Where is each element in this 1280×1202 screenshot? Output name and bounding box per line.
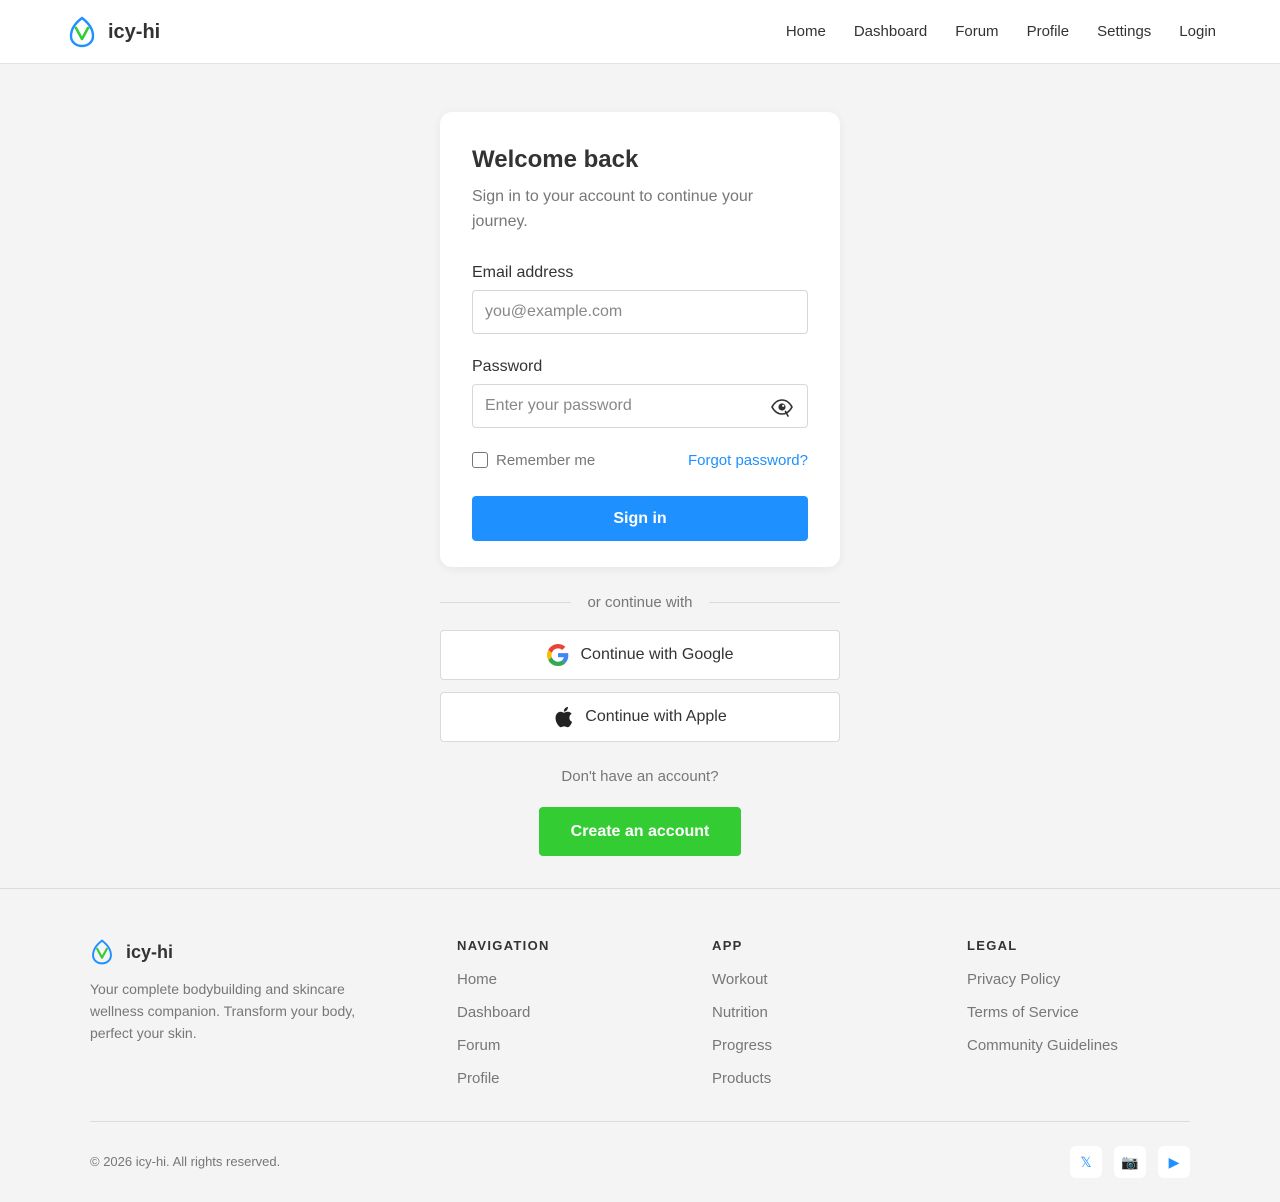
leaf-drop-logo-icon bbox=[92, 939, 112, 965]
or-continue-divider: or continue with bbox=[440, 592, 840, 612]
remember-me-label[interactable]: Remember me bbox=[496, 452, 595, 469]
divider-line-right bbox=[708, 601, 840, 603]
footer-col-navigation: NAVIGATION Home Dashboard Forum Profile bbox=[457, 938, 550, 1087]
no-account-prompt: Don't have an account? bbox=[561, 768, 719, 785]
apple-button-label: Continue with Apple bbox=[585, 708, 727, 725]
nav-settings[interactable]: Settings bbox=[1097, 23, 1151, 40]
brand-logo-link[interactable]: icy-hi bbox=[68, 16, 160, 48]
footer-heading-navigation: NAVIGATION bbox=[457, 938, 550, 953]
google-button-label: Continue with Google bbox=[580, 646, 734, 663]
leaf-drop-logo-icon bbox=[69, 16, 95, 48]
nav-dashboard[interactable]: Dashboard bbox=[854, 23, 927, 40]
main-nav: Home Dashboard Forum Profile Settings Lo… bbox=[758, 0, 1216, 63]
eye-icon[interactable] bbox=[771, 397, 793, 417]
footer-brand[interactable]: icy-hi bbox=[90, 939, 173, 965]
x-twitter-icon[interactable]: 𝕏 bbox=[1070, 1146, 1102, 1178]
divider-line-left bbox=[440, 601, 572, 603]
remember-me-checkbox[interactable]: Remember me bbox=[472, 452, 595, 469]
continue-with-apple-button[interactable]: Continue with Apple bbox=[440, 692, 840, 742]
nav-forum[interactable]: Forum bbox=[955, 23, 998, 40]
footer-divider bbox=[90, 1121, 1190, 1122]
google-icon bbox=[546, 644, 568, 666]
email-field-wrapper bbox=[472, 290, 808, 334]
footer-col-legal: LEGAL Privacy Policy Terms of Service Co… bbox=[967, 938, 1118, 1054]
sign-in-button[interactable]: Sign in bbox=[472, 496, 808, 541]
password-field-wrapper bbox=[472, 384, 808, 428]
footer-heading-app: APP bbox=[712, 938, 743, 953]
create-account-button[interactable]: Create an account bbox=[539, 807, 741, 856]
remember-forgot-row: Remember me Forgot password? bbox=[472, 450, 808, 470]
top-navbar: icy-hi Home Dashboard Forum Profile Sett… bbox=[0, 0, 1280, 64]
login-card: Welcome back Sign in to your account to … bbox=[440, 112, 840, 567]
footer-link-progress[interactable]: Progress bbox=[712, 1037, 772, 1054]
site-footer: icy-hi Your complete bodybuilding and sk… bbox=[0, 888, 1280, 1202]
footer-link-products[interactable]: Products bbox=[712, 1070, 772, 1087]
continue-with-google-button[interactable]: Continue with Google bbox=[440, 630, 840, 680]
youtube-play-icon[interactable]: ▶ bbox=[1158, 1146, 1190, 1178]
nav-profile[interactable]: Profile bbox=[1027, 23, 1070, 40]
login-title: Welcome back bbox=[472, 146, 639, 173]
divider-text: or continue with bbox=[587, 593, 693, 611]
footer-link-nutrition[interactable]: Nutrition bbox=[712, 1004, 772, 1021]
email-label: Email address bbox=[472, 264, 574, 281]
checkbox-icon[interactable] bbox=[472, 452, 488, 468]
password-input[interactable] bbox=[473, 385, 807, 427]
footer-link-terms-of-service[interactable]: Terms of Service bbox=[967, 1004, 1118, 1021]
brand-name: icy-hi bbox=[108, 20, 161, 43]
email-input[interactable] bbox=[473, 291, 807, 333]
footer-link-community-guidelines[interactable]: Community Guidelines bbox=[967, 1037, 1118, 1054]
footer-link-privacy-policy[interactable]: Privacy Policy bbox=[967, 971, 1118, 988]
nav-home[interactable]: Home bbox=[786, 23, 826, 40]
footer-link-profile[interactable]: Profile bbox=[457, 1070, 550, 1087]
footer-link-home[interactable]: Home bbox=[457, 971, 550, 988]
nav-login[interactable]: Login bbox=[1179, 23, 1216, 40]
footer-link-forum[interactable]: Forum bbox=[457, 1037, 550, 1054]
password-label: Password bbox=[472, 358, 543, 375]
footer-link-workout[interactable]: Workout bbox=[712, 971, 772, 988]
footer-col-app: APP Workout Nutrition Progress Products bbox=[712, 938, 772, 1087]
footer-heading-legal: LEGAL bbox=[967, 938, 1018, 953]
footer-link-dashboard[interactable]: Dashboard bbox=[457, 1004, 550, 1021]
footer-description: Your complete bodybuilding and skincare … bbox=[90, 981, 356, 1041]
instagram-camera-icon[interactable]: 📷 bbox=[1114, 1146, 1146, 1178]
forgot-password-link[interactable]: Forgot password? bbox=[688, 452, 808, 469]
login-subtitle: Sign in to your account to continue your… bbox=[472, 188, 754, 230]
footer-copyright: © 2026 icy-hi. All rights reserved. bbox=[90, 1154, 281, 1169]
apple-icon bbox=[555, 706, 573, 728]
footer-brand-name: icy-hi bbox=[126, 941, 174, 962]
